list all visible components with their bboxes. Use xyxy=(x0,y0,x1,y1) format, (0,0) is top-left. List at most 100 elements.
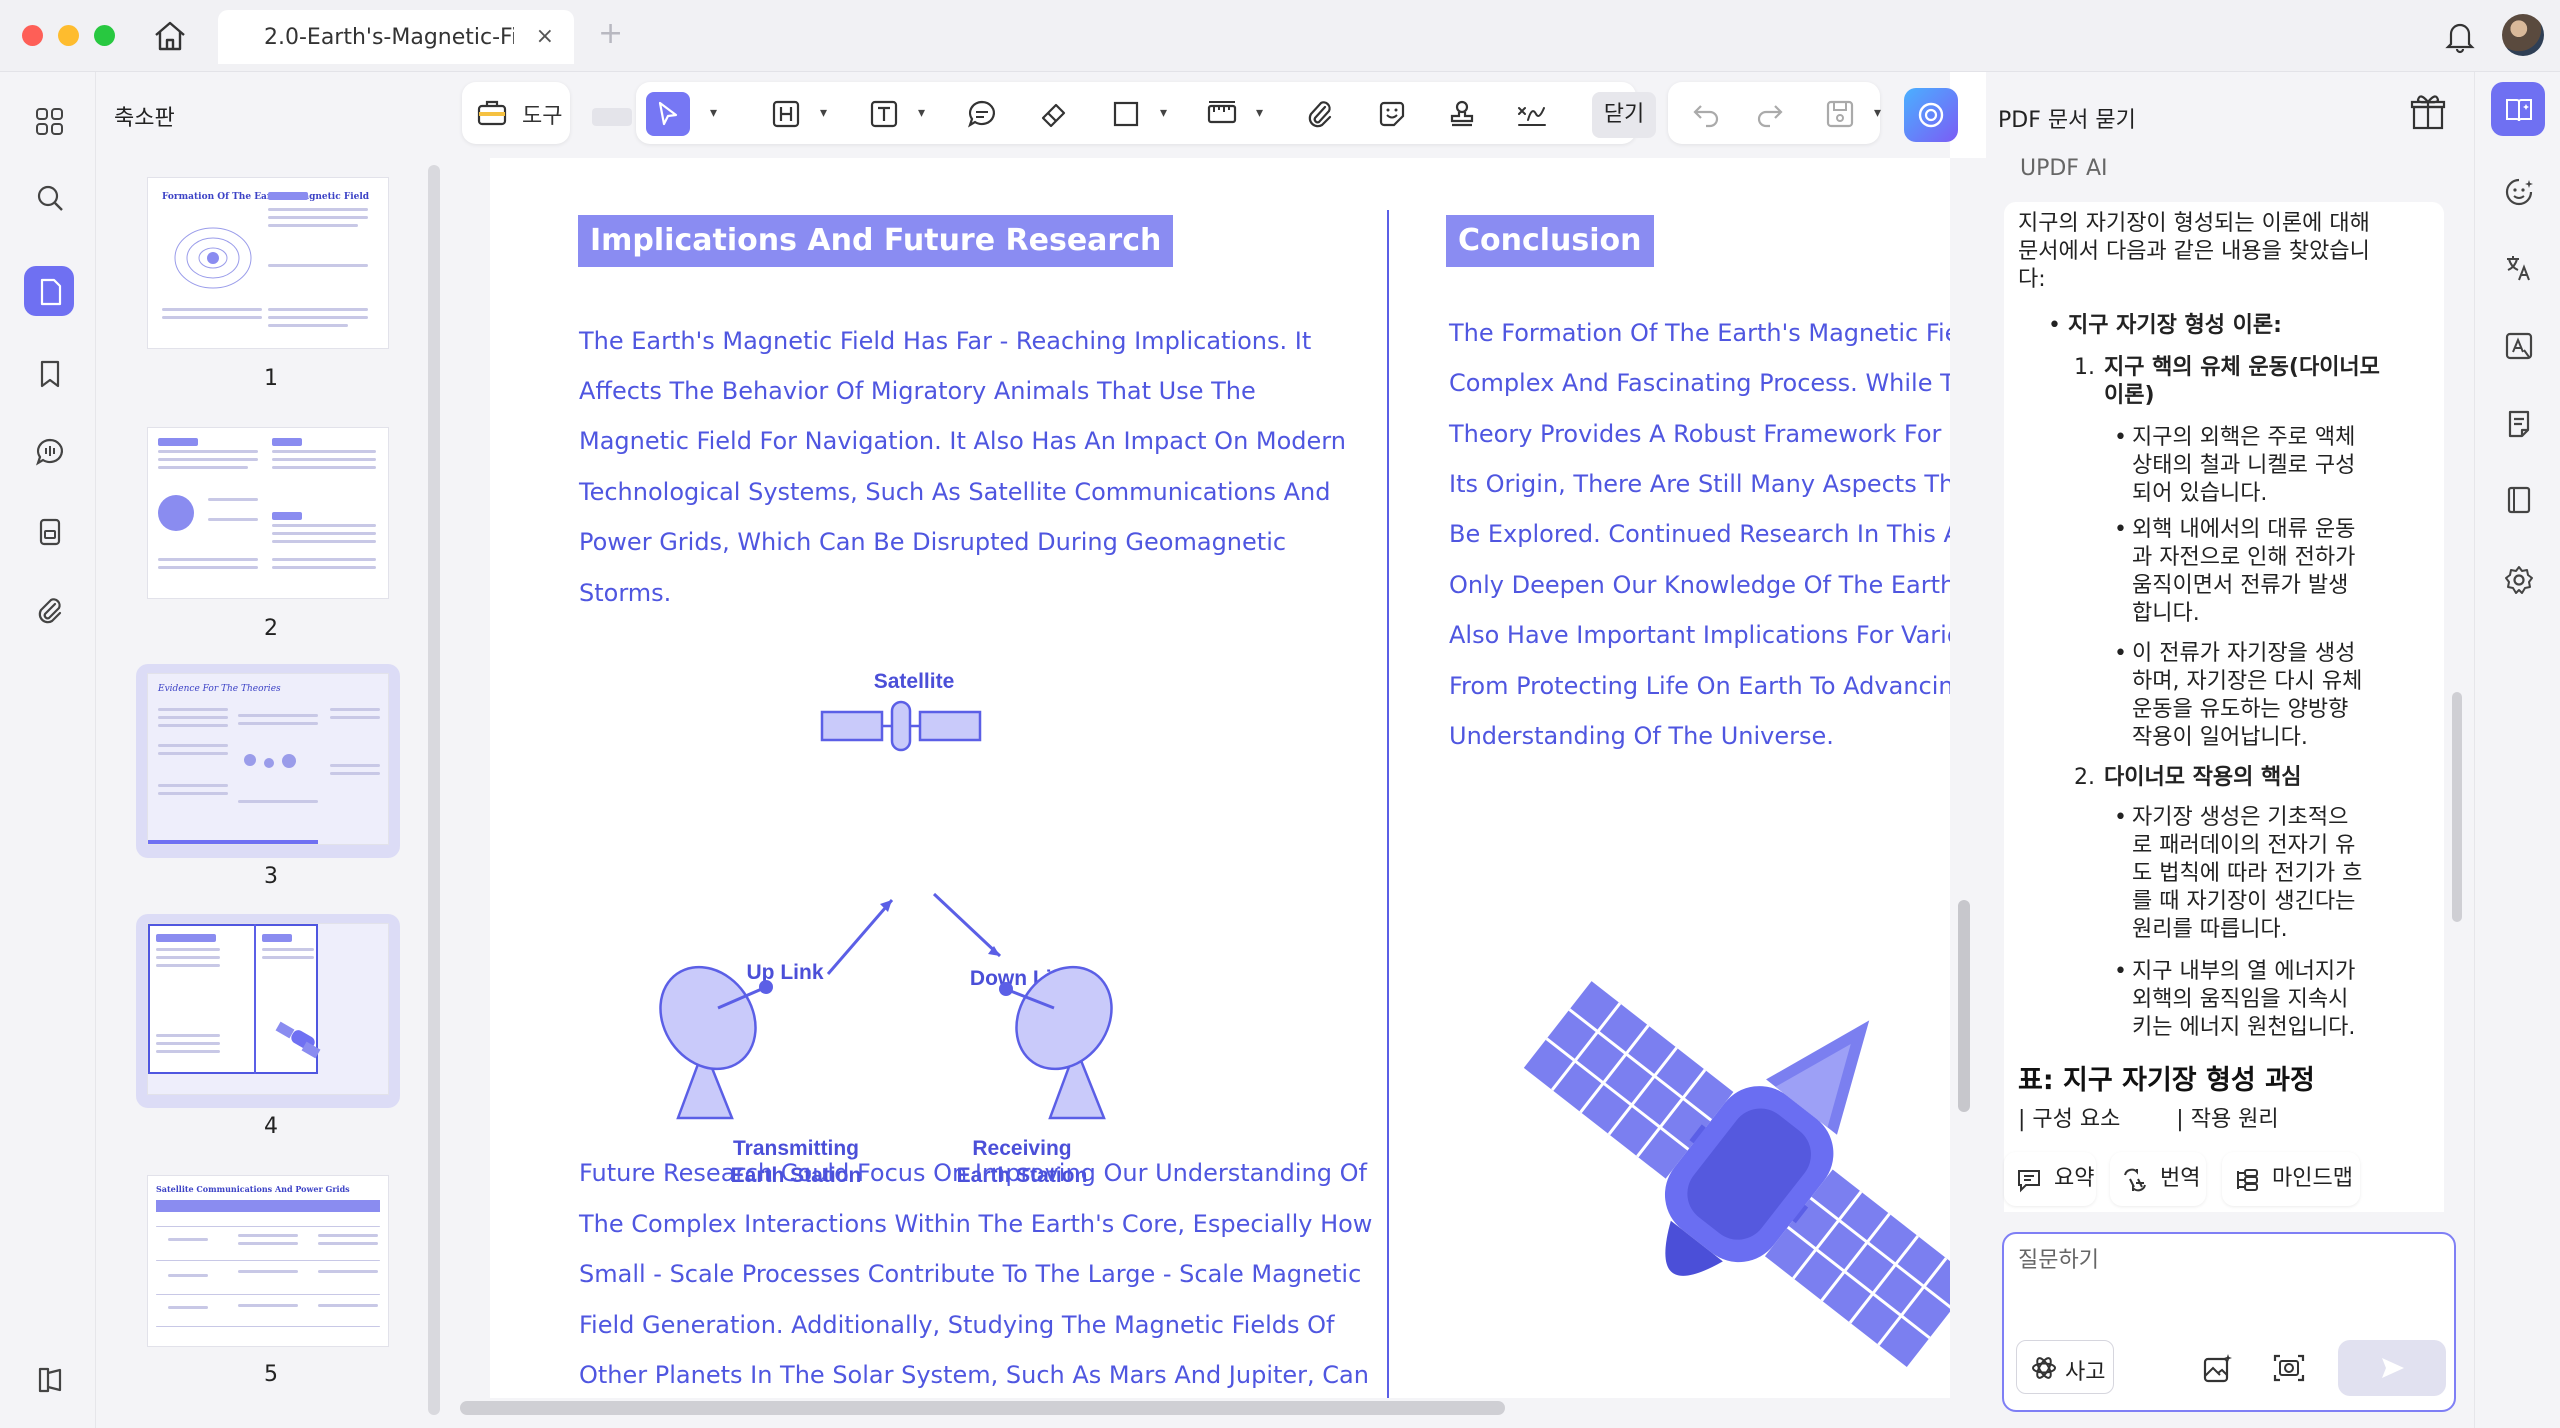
chevron-down-icon[interactable]: ▾ xyxy=(918,105,925,121)
ai-assistant-icon[interactable] xyxy=(2491,164,2545,218)
section-heading: Conclusion xyxy=(1446,215,1654,267)
tools-button[interactable]: 도구 xyxy=(462,82,570,144)
summarize-chip[interactable]: 요약 xyxy=(2004,1152,2096,1206)
thumbnail-page-3[interactable]: Evidence For The Theories xyxy=(136,664,400,858)
chevron-down-icon[interactable]: ▾ xyxy=(820,105,827,121)
comment-icon[interactable] xyxy=(24,426,74,476)
close-toolbar-button[interactable]: 닫기 xyxy=(1592,92,1656,138)
question-input[interactable] xyxy=(2018,1248,2438,1273)
title-bar: 2.0-Earth's-Magnetic-Field × + xyxy=(0,0,2560,72)
thumbnail-number: 4 xyxy=(264,1114,278,1139)
text-line: Complex And Fascinating Process. While T… xyxy=(1449,369,1950,397)
select-tool-icon[interactable] xyxy=(646,92,690,136)
chat-bold-text: 지구 핵의 유체 운동(다이너모 xyxy=(2104,355,2380,380)
chevron-down-icon[interactable]: ▾ xyxy=(710,105,717,121)
chat-scrollbar[interactable] xyxy=(2452,692,2462,922)
chevron-down-icon[interactable]: ▾ xyxy=(1160,105,1167,121)
chat-text: 를 때 자기장이 생긴다는 xyxy=(2132,889,2356,914)
thumbnail-panel: 축소판 Formation Of The Earth's Magnetic Fi… xyxy=(96,72,446,1428)
sticker-tool-icon[interactable] xyxy=(1370,92,1414,136)
thumbnail-image: Satellite Communications And Power Grids xyxy=(148,1176,388,1346)
highlight-tool-icon[interactable] xyxy=(764,92,808,136)
chat-text: 작용이 일어납니다. xyxy=(2132,725,2308,750)
send-button[interactable] xyxy=(2338,1340,2446,1396)
chat-text: 지구의 외핵은 주로 액체 xyxy=(2132,425,2356,450)
thumbnails-icon[interactable] xyxy=(24,266,74,316)
shape-tool-icon[interactable] xyxy=(1104,92,1148,136)
new-tab-button[interactable]: + xyxy=(598,16,623,51)
thumbnail-number: 2 xyxy=(264,616,278,641)
tab-close-icon[interactable]: × xyxy=(536,24,554,49)
text-line: Theory Provides A Robust Framework For U… xyxy=(1449,420,1950,448)
undo-icon[interactable] xyxy=(1684,92,1728,136)
redo-icon[interactable] xyxy=(1748,92,1792,136)
chat-bold-text: 다이너모 작용의 핵심 xyxy=(2104,765,2302,790)
ocr-icon[interactable] xyxy=(2491,318,2545,372)
image-upload-icon[interactable] xyxy=(2202,1352,2234,1388)
gift-icon[interactable] xyxy=(2408,92,2448,136)
think-toggle[interactable]: 사고 xyxy=(2016,1340,2114,1394)
thumbnail-scrollbar[interactable] xyxy=(428,165,440,1415)
bookmark-icon[interactable] xyxy=(24,348,74,398)
grid-icon[interactable] xyxy=(24,96,74,146)
chevron-down-icon[interactable]: ▾ xyxy=(1256,105,1263,121)
horizontal-scrollbar[interactable] xyxy=(460,1401,1505,1415)
thumbnail-image xyxy=(148,924,388,1094)
measure-tool-icon[interactable] xyxy=(1200,92,1244,136)
text-box-tool-icon[interactable] xyxy=(862,92,906,136)
mindmap-chip[interactable]: 마인드맵 xyxy=(2222,1152,2360,1206)
translate-icon[interactable] xyxy=(2491,240,2545,294)
vertical-scrollbar[interactable] xyxy=(1958,900,1970,1112)
text-line: Its Origin, There Are Still Many Aspects… xyxy=(1449,470,1950,498)
bell-icon[interactable] xyxy=(2442,18,2478,54)
thumbnail-page-5[interactable]: Satellite Communications And Power Grids xyxy=(136,1166,400,1360)
text-line: Future Research Could Focus On Improving… xyxy=(579,1159,1367,1187)
chat-text: 이 전류가 자기장을 생성 xyxy=(2132,641,2356,666)
sidebar-toggle-icon[interactable] xyxy=(24,1354,74,1404)
save-icon[interactable] xyxy=(1818,92,1862,136)
avatar[interactable] xyxy=(2502,14,2544,56)
text-line: Storms. xyxy=(579,579,672,607)
send-icon xyxy=(2382,1358,2404,1378)
minimize-window-button[interactable] xyxy=(58,25,79,46)
thumbnail-page-4[interactable] xyxy=(136,914,400,1108)
home-icon[interactable] xyxy=(150,16,190,56)
updf-ai-icon[interactable] xyxy=(1904,88,1958,142)
thumbnail-title: Satellite Communications And Power Grids xyxy=(156,1184,350,1194)
book-icon[interactable] xyxy=(2491,472,2545,526)
list-number: 1. xyxy=(2074,355,2095,380)
paperclip-icon[interactable] xyxy=(24,584,74,634)
thumbnail-page-1[interactable]: Formation Of The Earth's Magnetic Field xyxy=(136,168,400,362)
text-line: Other Planets In The Solar System, Such … xyxy=(579,1361,1369,1389)
bullet-dot: • xyxy=(2114,959,2127,984)
bullet-dot: • xyxy=(2114,805,2127,830)
gear-icon[interactable] xyxy=(2491,552,2545,606)
ai-chat-icon[interactable] xyxy=(2491,82,2545,136)
chat-bold-text: 이론) xyxy=(2104,383,2155,408)
screenshot-icon[interactable] xyxy=(2272,1352,2306,1388)
chat-text: 과 자전으로 인해 전하가 xyxy=(2132,545,2356,570)
bullet-dot: • xyxy=(2114,517,2127,542)
attach-file-tool-icon[interactable] xyxy=(1298,92,1342,136)
attachment-page-icon[interactable] xyxy=(24,506,74,556)
comment-tool-icon[interactable] xyxy=(960,92,1004,136)
thumbnail-title: Evidence For The Theories xyxy=(158,684,281,694)
chat-text: 움직이면서 전류가 발생 xyxy=(2132,573,2349,598)
translate-chip[interactable]: 번역 xyxy=(2110,1152,2206,1206)
form-icon[interactable] xyxy=(2491,396,2545,450)
chevron-down-icon[interactable]: ▾ xyxy=(1874,105,1881,121)
stamp-tool-icon[interactable] xyxy=(1440,92,1484,136)
text-line: Field Generation. Additionally, Studying… xyxy=(579,1311,1335,1339)
list-number: 2. xyxy=(2074,765,2095,790)
chip-label: 번역 xyxy=(2160,1166,2201,1191)
close-window-button[interactable] xyxy=(22,25,43,46)
eraser-tool-icon[interactable] xyxy=(1032,92,1076,136)
maximize-window-button[interactable] xyxy=(94,25,115,46)
signature-tool-icon[interactable] xyxy=(1510,92,1554,136)
diagram-label-satellite: Satellite xyxy=(874,670,955,693)
document-tab[interactable]: 2.0-Earth's-Magnetic-Field × xyxy=(218,10,574,64)
thumbnail-page-2[interactable] xyxy=(136,418,400,612)
search-icon[interactable] xyxy=(24,172,74,222)
chat-text: 다: xyxy=(2018,267,2046,292)
thumbnail-number: 5 xyxy=(264,1362,278,1387)
